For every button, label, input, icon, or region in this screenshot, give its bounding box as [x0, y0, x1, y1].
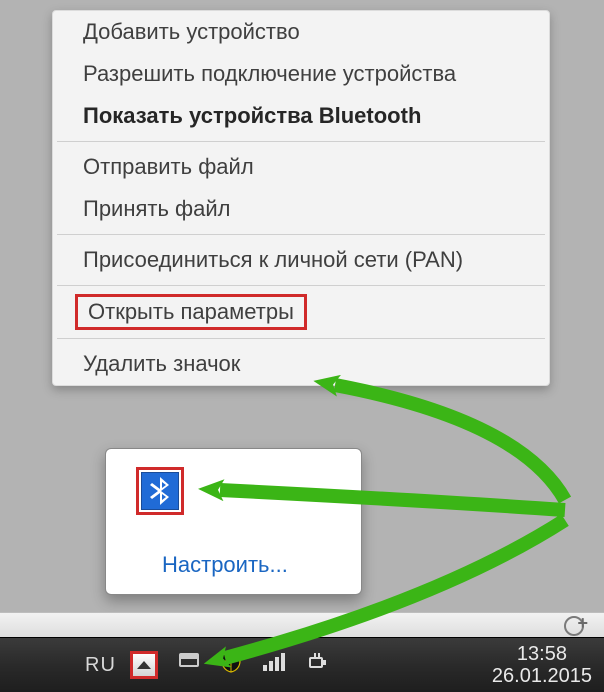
power-icon[interactable] [306, 651, 328, 680]
menu-item-label: Отправить файл [83, 154, 254, 179]
menu-item-allow-connection[interactable]: Разрешить подключение устройства [53, 53, 549, 95]
system-tray [130, 651, 328, 680]
menu-item-label: Разрешить подключение устройства [83, 61, 456, 86]
menu-item-remove-icon[interactable]: Удалить значок [53, 343, 549, 385]
menu-separator [57, 338, 545, 339]
network-icon[interactable] [262, 651, 286, 680]
menu-item-open-settings[interactable]: Открыть параметры [53, 290, 549, 334]
system-tray-overflow-popup: Настроить... [105, 448, 362, 595]
clock-date: 26.01.2015 [492, 665, 592, 687]
menu-item-label: Показать устройства Bluetooth [83, 103, 421, 128]
action-center-icon[interactable] [178, 651, 200, 680]
menu-separator [57, 141, 545, 142]
highlight-box [136, 467, 184, 515]
window-footer-bar: + [0, 612, 604, 638]
bluetooth-context-menu: Добавить устройство Разрешить подключени… [52, 10, 550, 386]
menu-item-join-pan[interactable]: Присоединиться к личной сети (PAN) [53, 239, 549, 281]
language-indicator[interactable]: RU [85, 654, 116, 677]
menu-item-label: Добавить устройство [83, 19, 300, 44]
highlight-box: Открыть параметры [75, 294, 307, 330]
menu-separator [57, 285, 545, 286]
taskbar-clock[interactable]: 13:58 26.01.2015 [492, 643, 592, 687]
overflow-toggle-button[interactable] [130, 651, 158, 679]
tray-customize-link[interactable]: Настроить... [162, 552, 288, 578]
clock-time: 13:58 [492, 643, 592, 665]
menu-item-send-file[interactable]: Отправить файл [53, 146, 549, 188]
menu-item-add-device[interactable]: Добавить устройство [53, 11, 549, 53]
taskbar: RU 13:58 26.01.2015 [0, 637, 604, 692]
menu-item-label: Удалить значок [83, 351, 240, 376]
menu-item-label: Принять файл [83, 196, 231, 221]
chevron-up-icon [137, 661, 151, 669]
menu-item-label: Присоединиться к личной сети (PAN) [83, 247, 463, 272]
menu-item-label: Открыть параметры [88, 299, 294, 324]
stage: Добавить устройство Разрешить подключени… [0, 0, 604, 692]
link-label: Настроить... [162, 552, 288, 577]
zoom-plus-icon: + [577, 613, 588, 634]
menu-item-show-bluetooth-devices[interactable]: Показать устройства Bluetooth [53, 95, 549, 137]
bluetooth-glyph-icon [149, 477, 171, 505]
menu-item-receive-file[interactable]: Принять файл [53, 188, 549, 230]
menu-separator [57, 234, 545, 235]
shield-icon[interactable] [220, 651, 242, 680]
bluetooth-icon[interactable] [141, 472, 179, 510]
